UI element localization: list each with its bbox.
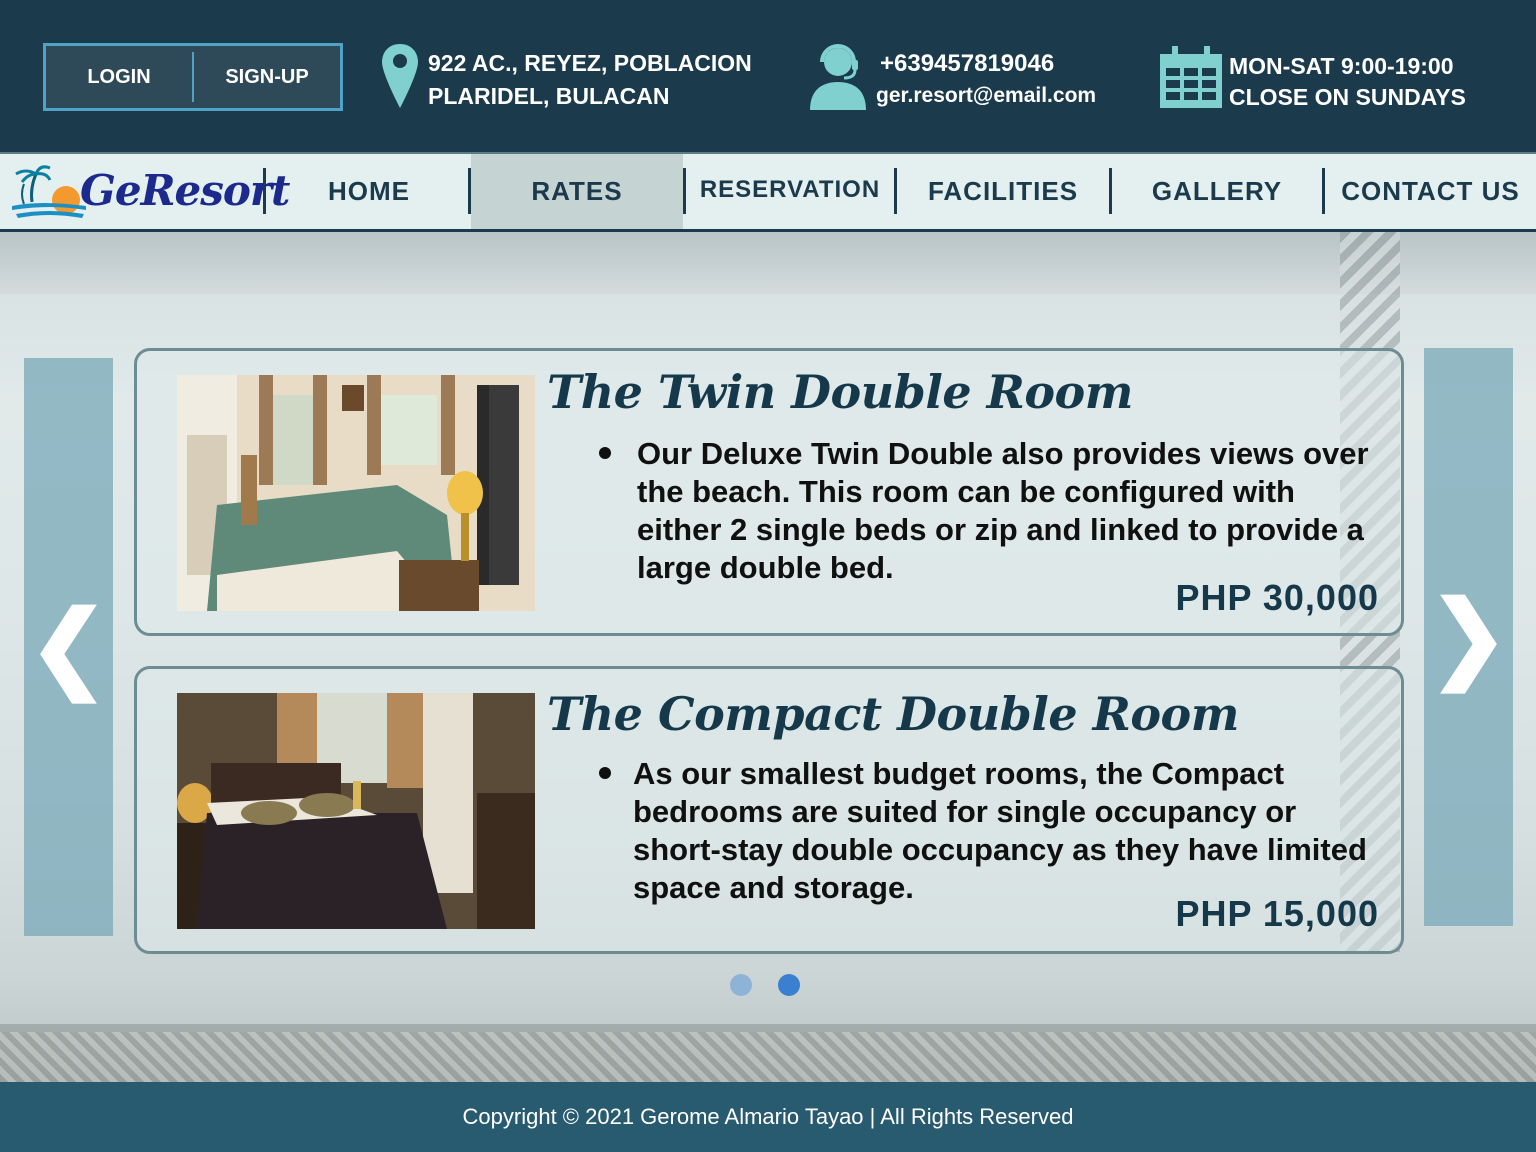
slider-pagination: [730, 974, 800, 996]
slider-dot-1[interactable]: [730, 974, 752, 996]
email-address: ger.resort@email.com: [876, 84, 1097, 107]
nav-divider: [263, 168, 266, 214]
location-pin-icon: [382, 44, 418, 108]
main-nav: GeResort HOME RATES RESERVATION FACILITI…: [0, 152, 1536, 232]
slider-dot-2[interactable]: [778, 974, 800, 996]
headset-user-icon: [810, 44, 866, 110]
hours-line-2: CLOSE ON SUNDAYS: [1229, 84, 1466, 110]
slider-prev-button[interactable]: ❮: [24, 358, 113, 936]
address-block: 922 AC., REYEZ, POBLACION PLARIDEL, BULA…: [428, 47, 752, 113]
hero-background-floor: [0, 1032, 1536, 1082]
phone-number: +639457819046: [880, 50, 1055, 77]
nav-contact-us[interactable]: CONTACT US: [1325, 154, 1536, 229]
contact-block: +639457819046 ger.resort@email.com: [876, 48, 1096, 112]
copyright-text: Copyright © 2021 Gerome Almario Tayao | …: [462, 1104, 1074, 1129]
room-title: The Compact Double Room: [547, 687, 1239, 741]
room-price: PHP 30,000: [1175, 577, 1379, 618]
room-description: Our Deluxe Twin Double also provides vie…: [637, 436, 1369, 585]
auth-box: LOGIN SIGN-UP: [43, 43, 343, 111]
address-line-1: 922 AC., REYEZ, POBLACION: [428, 50, 752, 76]
room-photo: [177, 693, 535, 929]
signup-button[interactable]: SIGN-UP: [194, 46, 340, 108]
logo[interactable]: GeResort: [10, 160, 290, 226]
hours-block: MON-SAT 9:00-19:00 CLOSE ON SUNDAYS: [1229, 51, 1466, 113]
room-price: PHP 15,000: [1175, 893, 1379, 934]
nav-rates[interactable]: RATES: [471, 154, 683, 229]
room-card: The Twin Double Room Our Deluxe Twin Dou…: [134, 348, 1404, 636]
nav-facilities[interactable]: FACILITIES: [897, 154, 1109, 229]
top-bar: LOGIN SIGN-UP 922 AC., REYEZ, POBLACION …: [0, 0, 1536, 152]
calendar-icon: [1160, 46, 1222, 108]
hours-line-1: MON-SAT 9:00-19:00: [1229, 53, 1454, 79]
nav-home[interactable]: HOME: [270, 154, 468, 229]
nav-reservation[interactable]: RESERVATION: [686, 154, 894, 229]
login-button[interactable]: LOGIN: [46, 46, 192, 108]
room-card: The Compact Double Room As our smallest …: [134, 666, 1404, 954]
nav-gallery[interactable]: GALLERY: [1112, 154, 1322, 229]
palm-sunset-logo-icon: [12, 165, 86, 218]
room-photo: [177, 375, 535, 611]
room-description: As our smallest budget rooms, the Compac…: [633, 756, 1367, 905]
chevron-left-icon: ❮: [28, 593, 109, 700]
slider-next-button[interactable]: ❯: [1424, 348, 1513, 926]
chevron-right-icon: ❯: [1428, 583, 1509, 690]
address-line-2: PLARIDEL, BULACAN: [428, 83, 670, 109]
rates-slider: ❮ ❯ The Twin Double Room Our Deluxe Twin…: [0, 232, 1536, 1082]
footer: Copyright © 2021 Gerome Almario Tayao | …: [0, 1082, 1536, 1152]
room-title: The Twin Double Room: [547, 365, 1133, 419]
brand-name: GeResort: [80, 166, 290, 215]
